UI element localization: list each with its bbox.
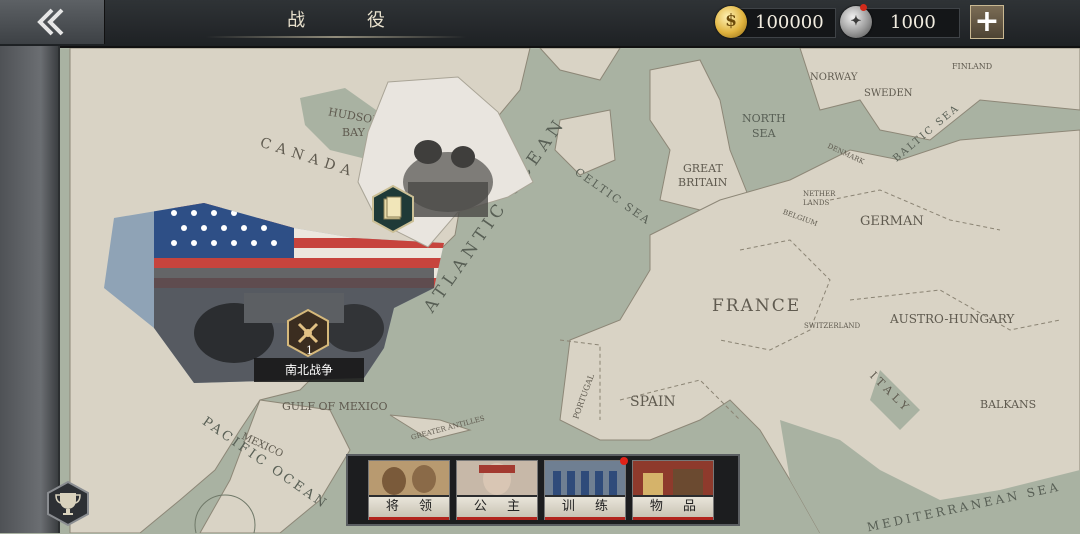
campaign-number: 1 (306, 344, 313, 357)
notification-dot (620, 457, 628, 465)
princess-thumbnail (457, 461, 537, 495)
double-chevron-left-icon (37, 8, 64, 36)
title-underline (206, 36, 466, 38)
tab-items[interactable]: 物 品 (632, 460, 714, 520)
bottom-tab-bar: 将 领 公 主 训 练 物 品 (336, 452, 746, 526)
tab-princess[interactable]: 公 主 (456, 460, 538, 520)
tab-label: 将 领 (369, 497, 449, 520)
plus-icon: + (974, 4, 1000, 39)
campaign-label-civil-war[interactable]: 南北战争 (254, 358, 364, 382)
trophy-button[interactable] (46, 480, 90, 526)
map-label-north: NORTH (742, 112, 786, 125)
left-rail (0, 46, 60, 533)
tab-label: 物 品 (633, 497, 713, 520)
back-button[interactable] (0, 0, 105, 44)
silver-coin-icon: ✦ (840, 6, 872, 38)
tab-label: 训 练 (545, 497, 625, 520)
silver-amount: 1000 (890, 12, 936, 33)
tab-training[interactable]: 训 练 (544, 457, 628, 520)
map-label-balkans: BALKANS (980, 398, 1037, 411)
map-label-gulf: GULF OF MEXICO (282, 400, 388, 413)
map-label-sea: SEA (752, 127, 776, 140)
map-label-finland: FINLAND (952, 62, 993, 71)
map-label-spain: SPAIN (630, 394, 676, 410)
gold-coin-icon: $ (715, 6, 747, 38)
map-label-great: GREAT (683, 162, 723, 175)
map-label-britain: BRITAIN (678, 176, 728, 189)
map-label-france: FRANCE (712, 296, 802, 316)
notification-dot (860, 4, 867, 11)
map-label-switzerland: SWITZERLAND (804, 322, 861, 330)
page-title: 战 役 (287, 10, 413, 31)
tab-label: 公 主 (457, 497, 537, 520)
items-thumbnail (633, 461, 713, 495)
map-label-sweden: SWEDEN (864, 88, 913, 99)
generals-thumbnail (369, 461, 449, 495)
map-label-netherlands: NETHER LANDS (803, 190, 836, 207)
map-label-austro: AUSTRO-HUNGARY (890, 312, 1015, 326)
gold-amount: 100000 (755, 12, 824, 33)
map-label-norway: NORWAY (810, 72, 858, 83)
tab-generals[interactable]: 将 领 (368, 460, 450, 520)
locked-campaign-marker[interactable] (370, 184, 416, 234)
map-label-german: GERMAN (860, 214, 924, 229)
training-thumbnail (545, 461, 625, 495)
add-currency-button[interactable]: + (970, 4, 1004, 39)
